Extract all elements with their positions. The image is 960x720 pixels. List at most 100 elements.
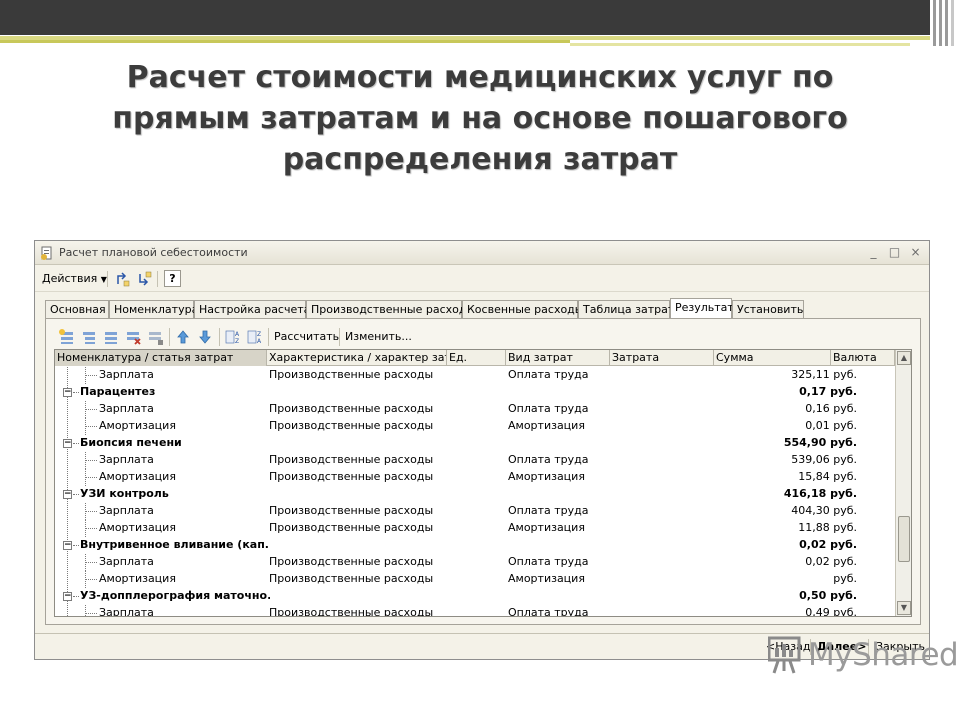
cost-item-name: Зарплата xyxy=(99,555,154,568)
scroll-down-icon[interactable]: ▼ xyxy=(897,601,911,615)
tree-line xyxy=(85,409,97,410)
cost-sum: 0,02 руб. xyxy=(799,538,857,551)
table-row[interactable]: Амортизация Производственные расходы Аморт… xyxy=(55,571,895,588)
close-window-button[interactable]: × xyxy=(908,245,923,260)
slide-title: Расчет стоимости медицинских услуг по пр… xyxy=(112,60,848,177)
separator xyxy=(268,328,269,346)
maximize-button[interactable]: □ xyxy=(887,245,902,260)
tab-production-expenses[interactable]: Производственные расходы xyxy=(306,300,475,319)
mark-deletion-icon[interactable] xyxy=(146,328,164,346)
column-header-unit[interactable]: Ед. xyxy=(447,350,506,366)
cost-item-name: Амортизация xyxy=(99,572,176,585)
calculate-button[interactable]: Рассчитать xyxy=(274,330,339,343)
cost-sum: 0,17 руб. xyxy=(799,385,857,398)
tab-calculation-settings[interactable]: Настройка расчета xyxy=(194,300,310,319)
cost-sum: руб. xyxy=(833,572,857,585)
service-name: УЗИ контроль xyxy=(80,487,169,500)
table-row[interactable]: Зарплата Производственные расходы Оплата т… xyxy=(55,367,895,384)
group-row[interactable]: − Внутривенное вливание (кап... 0,02 руб. xyxy=(55,537,895,554)
cost-character: Производственные расходы xyxy=(269,402,434,415)
collapse-toggle-icon[interactable]: − xyxy=(63,592,72,601)
copy-row-icon[interactable] xyxy=(102,328,120,346)
cost-sum: 11,88 руб. xyxy=(798,521,857,534)
collapse-toggle-icon[interactable]: − xyxy=(63,490,72,499)
go-down-icon[interactable] xyxy=(135,270,153,288)
column-header-cost-kind[interactable]: Вид затрат xyxy=(506,350,610,366)
add-group-icon[interactable] xyxy=(80,328,98,346)
table-row[interactable]: Амортизация Производственные расходы Аморт… xyxy=(55,418,895,435)
slide-top-band xyxy=(0,0,930,35)
cost-character: Производственные расходы xyxy=(269,504,434,517)
tab-result[interactable]: Результат xyxy=(670,298,734,319)
table-row[interactable]: Зарплата Производственные расходы Оплата т… xyxy=(55,452,895,469)
table-row[interactable]: Зарплата Производственные расходы Оплата т… xyxy=(55,554,895,571)
collapse-toggle-icon[interactable]: − xyxy=(63,439,72,448)
sort-descending-icon[interactable]: Z A xyxy=(246,328,264,346)
slide-accent-line xyxy=(570,43,910,46)
svg-text:Z: Z xyxy=(235,338,239,345)
cost-character: Производственные расходы xyxy=(269,572,434,585)
sort-ascending-icon[interactable]: A Z xyxy=(224,328,242,346)
cost-sum: 554,90 руб. xyxy=(783,436,857,449)
table-row[interactable]: Амортизация Производственные расходы Аморт… xyxy=(55,520,895,537)
tab-install[interactable]: Установить xyxy=(732,300,804,319)
cost-character: Производственные расходы xyxy=(269,470,434,483)
table-row[interactable]: Амортизация Производственные расходы Аморт… xyxy=(55,469,895,486)
edit-button[interactable]: Изменить... xyxy=(345,330,412,343)
table-row[interactable]: Зарплата Производственные расходы Оплата т… xyxy=(55,401,895,418)
help-label: ? xyxy=(169,272,176,285)
cost-sum: 404,30 руб. xyxy=(791,504,857,517)
result-panel: A Z Z A Рассчитать Изменить... Номенклат… xyxy=(45,318,921,625)
add-row-icon[interactable] xyxy=(58,328,76,346)
tree-line xyxy=(73,494,79,495)
collapse-toggle-icon[interactable]: − xyxy=(63,388,72,397)
go-up-icon[interactable] xyxy=(113,270,131,288)
move-down-icon[interactable] xyxy=(196,328,214,346)
cost-character: Производственные расходы xyxy=(269,453,434,466)
cost-character: Производственные расходы xyxy=(269,606,434,617)
collapse-toggle-icon[interactable]: − xyxy=(63,541,72,550)
scroll-up-icon[interactable]: ▲ xyxy=(897,351,911,365)
column-header-sum[interactable]: Сумма xyxy=(714,350,831,366)
cost-kind: Оплата труда xyxy=(508,402,589,415)
cost-sum: 416,18 руб. xyxy=(783,487,857,500)
actions-menu-button[interactable]: Действия ▼ xyxy=(39,270,110,288)
group-row[interactable]: − УЗИ контроль 416,18 руб. xyxy=(55,486,895,503)
cost-results-table: Номенклатура / статья затрат Характерист… xyxy=(54,349,912,617)
vertical-scrollbar[interactable]: ▲ ▼ xyxy=(895,350,911,616)
cost-sum: 15,84 руб. xyxy=(798,470,857,483)
move-up-icon[interactable] xyxy=(174,328,192,346)
column-header-characteristic[interactable]: Характеристика / характер затрат xyxy=(267,350,447,366)
cost-kind: Оплата труда xyxy=(508,606,589,617)
column-header-expense[interactable]: Затрата xyxy=(610,350,714,366)
group-row[interactable]: − Парацентез 0,17 руб. xyxy=(55,384,895,401)
table-row[interactable]: Зарплата Производственные расходы Оплата т… xyxy=(55,503,895,520)
tab-nomenclature[interactable]: Номенклатура xyxy=(109,300,198,319)
separator xyxy=(219,328,220,346)
column-header-nomenclature[interactable]: Номенклатура / статья затрат xyxy=(55,350,267,366)
cost-kind: Оплата труда xyxy=(508,453,589,466)
tree-line xyxy=(85,605,86,616)
cost-character: Производственные расходы xyxy=(269,419,434,432)
help-button[interactable]: ? xyxy=(164,270,181,287)
tab-indirect-expenses[interactable]: Косвенные расходы xyxy=(462,300,583,319)
cost-kind: Оплата труда xyxy=(508,555,589,568)
cost-character: Производственные расходы xyxy=(269,521,434,534)
tree-line xyxy=(73,545,79,546)
tab-cost-table[interactable]: Таблица затрат xyxy=(578,300,674,319)
group-row[interactable]: − Биопсия печени 554,90 руб. xyxy=(55,435,895,452)
tab-main[interactable]: Основная xyxy=(45,300,109,319)
group-row[interactable]: − УЗ-допплерография маточно... 0,50 руб. xyxy=(55,588,895,605)
watermark-text: MyShared xyxy=(808,637,959,673)
cost-sum: 0,01 руб. xyxy=(805,419,857,432)
column-header-currency[interactable]: Валюта xyxy=(831,350,895,366)
cost-sum: 539,06 руб. xyxy=(791,453,857,466)
grid-toolbar: A Z Z A Рассчитать Изменить... xyxy=(58,325,910,349)
cost-kind: Амортизация xyxy=(508,521,585,534)
table-row[interactable]: Зарплата Производственные расходы Оплата т… xyxy=(55,605,895,617)
cost-item-name: Зарплата xyxy=(99,453,154,466)
window-titlebar[interactable]: Расчет плановой себестоимости _ □ × xyxy=(35,241,929,265)
delete-row-icon[interactable] xyxy=(124,328,142,346)
scrollbar-thumb[interactable] xyxy=(898,516,910,562)
minimize-button[interactable]: _ xyxy=(866,245,881,260)
